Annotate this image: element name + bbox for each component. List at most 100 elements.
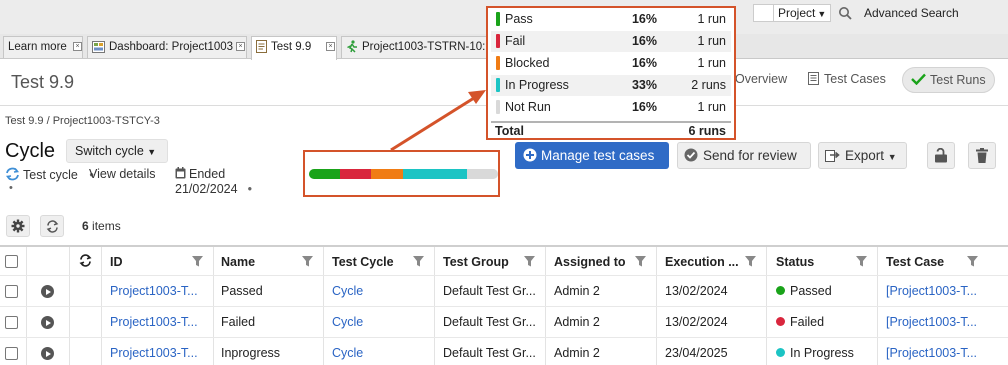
test-case-link[interactable]: [Project1003-T... <box>886 315 986 329</box>
test-cycle-type: Test cycle • <box>5 167 94 182</box>
test-cycle-link[interactable]: Cycle <box>332 284 363 298</box>
header-test-cycle[interactable]: Test Cycle <box>332 255 394 269</box>
table-row[interactable]: Project1003-T... Inprogress Cycle Defaul… <box>0 337 1008 365</box>
header-id[interactable]: ID <box>110 255 123 269</box>
tooltip-status-percent: 33% <box>631 78 657 92</box>
tab-overview[interactable]: Overview <box>727 67 795 93</box>
tab-test-cases[interactable]: Test Cases <box>800 67 894 93</box>
tooltip-row-fail: Fail 16% 1 run <box>491 31 731 52</box>
grid-settings-button[interactable] <box>6 215 30 237</box>
execution-date: 13/02/2024 <box>665 284 728 298</box>
header-name[interactable]: Name <box>221 255 255 269</box>
meta-separator: • <box>9 182 13 194</box>
play-icon[interactable] <box>41 285 54 298</box>
cycle-status-label: Ended <box>189 167 226 181</box>
status-label: In Progress <box>790 346 854 360</box>
test-case-link[interactable]: [Project1003-T... <box>886 284 986 298</box>
play-icon[interactable] <box>41 347 54 360</box>
row-checkbox[interactable] <box>5 316 18 329</box>
tab-label: Dashboard: Project1003 <box>109 41 234 53</box>
status-color-bar <box>496 12 500 26</box>
cycle-title: Cycle <box>5 140 56 162</box>
tab-label: Project1003-TSTRN-10:F <box>362 41 491 53</box>
tab-overview-label: Overview <box>735 72 788 86</box>
header-status[interactable]: Status <box>776 255 814 269</box>
test-cycle-link[interactable]: Cycle <box>332 315 363 329</box>
play-icon[interactable] <box>41 316 54 329</box>
tab-test-9-9[interactable]: Test 9.9 × <box>251 36 337 60</box>
filter-icon[interactable] <box>302 256 313 267</box>
status-label: Passed <box>790 284 832 298</box>
tooltip-total-label: Total <box>495 124 524 138</box>
tab-dashboard[interactable]: Dashboard: Project1003 × <box>87 36 247 58</box>
tab-test-run[interactable]: Project1003-TSTRN-10:F <box>341 36 491 58</box>
run-id-link[interactable]: Project1003-T... <box>110 346 210 360</box>
tooltip-status-percent: 16% <box>631 12 657 26</box>
items-count-value: 6 <box>82 219 89 233</box>
sync-icon[interactable] <box>79 254 92 267</box>
row-checkbox[interactable] <box>5 285 18 298</box>
global-search-input[interactable] <box>753 4 773 22</box>
checkmark-icon <box>911 73 926 86</box>
filter-icon[interactable] <box>967 256 978 267</box>
send-for-review-button[interactable]: Send for review <box>677 142 811 169</box>
assigned-to: Admin 2 <box>554 315 600 329</box>
run-id-link[interactable]: Project1003-T... <box>110 284 210 298</box>
tooltip-row-blocked: Blocked 16% 1 run <box>491 53 731 74</box>
header-test-group[interactable]: Test Group <box>443 255 509 269</box>
filter-icon[interactable] <box>413 256 424 267</box>
progress-segment-fail <box>340 169 372 179</box>
filter-icon[interactable] <box>745 256 756 267</box>
table-row[interactable]: Project1003-T... Passed Cycle Default Te… <box>0 275 1008 306</box>
execution-date: 13/02/2024 <box>665 315 728 329</box>
close-icon[interactable]: × <box>73 42 82 51</box>
run-id-link[interactable]: Project1003-T... <box>110 315 210 329</box>
breadcrumb[interactable]: Test 9.9 / Project1003-TSTCY-3 <box>5 115 160 127</box>
trash-icon <box>976 148 988 163</box>
header-test-case[interactable]: Test Case <box>886 255 944 269</box>
delete-button[interactable] <box>968 142 996 169</box>
refresh-button[interactable] <box>40 215 64 237</box>
view-details-link[interactable]: View details <box>89 167 155 181</box>
test-case-link[interactable]: [Project1003-T... <box>886 346 986 360</box>
dashboard-icon <box>92 40 105 53</box>
status-cell: In Progress <box>776 346 854 360</box>
switch-cycle-button[interactable]: Switch cycle ▼ <box>66 139 168 163</box>
page-title: Test 9.9 <box>11 72 75 92</box>
header-assigned-to[interactable]: Assigned to <box>554 255 626 269</box>
select-all-checkbox[interactable] <box>5 255 18 268</box>
status-cell: Passed <box>776 284 832 298</box>
tooltip-status-label: Blocked <box>505 56 550 70</box>
advanced-search-link[interactable]: Advanced Search <box>864 6 959 20</box>
run-name: Inprogress <box>221 346 281 360</box>
row-checkbox[interactable] <box>5 347 18 360</box>
assigned-to: Admin 2 <box>554 346 600 360</box>
caret-down-icon: ▼ <box>147 147 157 157</box>
project-scope-select[interactable]: Project ▼ <box>773 4 831 22</box>
run-status-progress-bar[interactable] <box>309 169 498 179</box>
runner-icon <box>347 40 357 53</box>
tooltip-status-label: Fail <box>505 34 526 48</box>
filter-icon[interactable] <box>192 256 203 267</box>
test-cycle-type-label: Test cycle <box>23 168 78 182</box>
filter-icon[interactable] <box>524 256 535 267</box>
items-count-suffix: items <box>92 219 121 233</box>
unlock-button[interactable] <box>927 142 955 169</box>
table-row[interactable]: Project1003-T... Failed Cycle Default Te… <box>0 306 1008 337</box>
cycle-icon <box>5 167 20 181</box>
tooltip-row-pass: Pass 16% 1 run <box>491 9 731 30</box>
tooltip-total-runs: 6 runs <box>688 124 726 138</box>
filter-icon[interactable] <box>856 256 867 267</box>
header-execution[interactable]: Execution ... <box>665 255 739 269</box>
tab-test-runs[interactable]: Test Runs <box>902 67 995 93</box>
tab-learn-more[interactable]: Learn more × <box>3 36 83 58</box>
close-icon[interactable]: × <box>326 42 335 51</box>
tooltip-status-label: In Progress <box>505 78 569 92</box>
export-button[interactable]: Export ▼ <box>818 142 907 169</box>
close-icon[interactable]: × <box>236 42 245 51</box>
manage-test-cases-button[interactable]: Manage test cases <box>515 142 669 169</box>
search-icon[interactable] <box>838 6 852 20</box>
test-cycle-link[interactable]: Cycle <box>332 346 363 360</box>
filter-icon[interactable] <box>635 256 646 267</box>
test-group: Default Test Gr... <box>443 346 536 360</box>
